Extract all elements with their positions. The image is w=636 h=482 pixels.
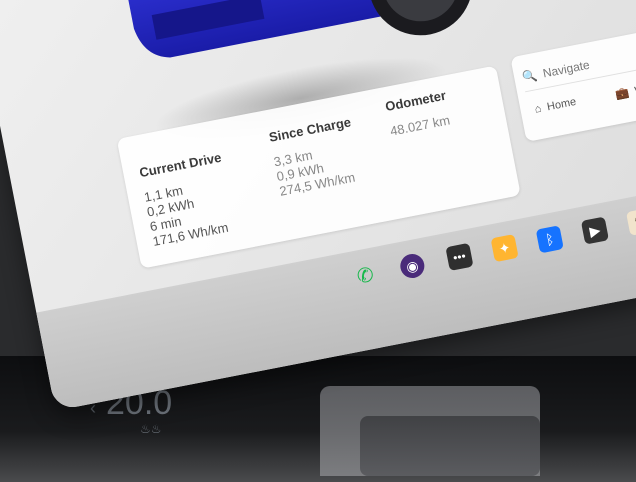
since-charge-column: Since Charge 3,3 km 0,9 kWh 274,5 Wh/km [268,114,363,199]
work-shortcut[interactable]: 💼 W [614,83,636,102]
seat-heater-icon[interactable]: ♨♨ [140,422,162,436]
apps-icon[interactable]: ✦ [490,234,519,263]
bluetooth-icon[interactable]: ᛒ [535,225,564,254]
navigate-label: Navigate [541,57,591,81]
navigate-search[interactable]: 🔍 Navigate [519,29,636,93]
current-drive-column: Current Drive 1,1 km 0,2 kWh 6 min 171,6… [138,150,236,249]
since-charge-title: Since Charge [267,114,353,145]
media-icon[interactable]: ▶ [580,216,609,245]
search-icon: 🔍 [521,67,539,85]
home-icon: ⌂ [533,102,543,116]
notes-icon[interactable]: ✎ [626,207,636,236]
console-tray [360,416,540,476]
odometer-value: 48.027 km [388,112,452,139]
home-shortcut[interactable]: ⌂ Home [534,96,578,116]
phone-icon[interactable]: ✆ [351,261,379,289]
current-drive-title: Current Drive [138,149,223,181]
odometer-column: Odometer 48.027 km [384,88,452,139]
home-label: Home [546,95,578,114]
briefcase-icon: 💼 [614,86,631,102]
photo-frame: ‹ 20.0 ♨♨ Current Drive 1,1 km 0,2 kWh 6… [0,0,636,482]
more-icon[interactable]: ••• [445,242,474,271]
camera-icon[interactable]: ◉ [398,251,427,281]
navigation-card[interactable]: 🔍 Navigate ⌂ Home 💼 W [510,19,636,142]
touchscreen: Current Drive 1,1 km 0,2 kWh 6 min 171,6… [0,0,636,411]
odometer-title: Odometer [384,87,448,115]
